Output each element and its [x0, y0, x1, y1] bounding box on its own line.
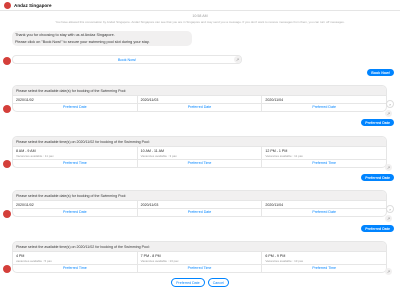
user-reply-book-now: Book Now! — [367, 69, 394, 76]
time-option: 10 AM - 11 AM Vacancies available : 3 pa… — [137, 146, 263, 167]
date-option: 2020/11/03 Preferred Date — [137, 200, 263, 216]
chevron-right-icon[interactable]: › — [386, 100, 394, 108]
time-card-2: Please select the available time(s) on 2… — [12, 241, 387, 273]
welcome-message: Thank you for choosing to stay with us a… — [12, 31, 192, 46]
chevron-right-icon[interactable]: › — [386, 205, 394, 213]
share-icon[interactable]: ↗ — [385, 110, 392, 117]
book-now-button[interactable]: Book Now! — [12, 55, 242, 64]
date-option: 2020/11/04 Preferred Date — [262, 95, 386, 111]
preferred-date-button[interactable]: Preferred Date — [137, 102, 262, 111]
welcome-line-1: Thank you for choosing to stay with us a… — [15, 33, 115, 37]
timestamp: 10:58 AM — [192, 14, 208, 18]
time-option: 6 PM - 9 PM Vacancies available : 13 pax… — [262, 251, 386, 272]
date-option: 2020/11/04 Preferred Date — [262, 200, 386, 216]
welcome-line-2: Please click on "Book Now!" to secure yo… — [15, 40, 150, 44]
date-option: 2020/11/03 Preferred Date — [137, 95, 263, 111]
conversation-notice: You have allowed this conversation by An… — [55, 20, 345, 24]
chat-header: Andaz Singapore — [0, 0, 400, 11]
bot-avatar — [3, 57, 11, 65]
bot-avatar — [3, 105, 11, 113]
preferred-date-button[interactable]: Preferred Date — [13, 207, 137, 216]
quick-reply-cancel[interactable]: Cancel — [207, 278, 229, 287]
date-prompt-2: Please select the available date(s) for … — [13, 191, 386, 200]
time-option: 7 PM - 8 PM Vacancies available : 13 pax… — [137, 251, 263, 272]
bot-avatar — [3, 160, 11, 168]
time-prompt-1: Please select the available time(s) on 2… — [13, 137, 386, 146]
preferred-date-button[interactable]: Preferred Date — [262, 207, 386, 216]
preferred-time-button[interactable]: Preferred Time — [13, 263, 137, 272]
share-icon[interactable]: ↗ — [385, 215, 392, 222]
date-option: 2020/11/02 Preferred Date — [13, 95, 138, 111]
user-reply-preferred-date: Preferred Date — [361, 119, 394, 126]
preferred-time-button[interactable]: Preferred Time — [13, 158, 137, 167]
date-card-2: Please select the available date(s) for … — [12, 190, 387, 217]
preferred-time-button[interactable]: Preferred Time — [262, 263, 386, 272]
time-option: 8 AM - 9 AM Vacancies available : 11 pax… — [13, 146, 138, 167]
time-prompt-2: Please select the available time(s) on 2… — [13, 242, 386, 251]
share-icon[interactable]: ↗ — [234, 56, 241, 63]
bot-avatar — [3, 265, 11, 273]
bot-avatar — [3, 210, 11, 218]
preferred-date-button[interactable]: Preferred Date — [137, 207, 262, 216]
page-title[interactable]: Andaz Singapore — [14, 3, 52, 8]
preferred-time-button[interactable]: Preferred Time — [262, 158, 386, 167]
page-avatar[interactable] — [4, 1, 11, 9]
time-card-1: Please select the available time(s) on 2… — [12, 136, 387, 168]
quick-replies: Preferred Date Cancel — [0, 278, 400, 287]
preferred-date-button[interactable]: Preferred Date — [262, 102, 386, 111]
preferred-date-button[interactable]: Preferred Date — [13, 102, 137, 111]
preferred-time-button[interactable]: Preferred Time — [137, 158, 262, 167]
date-card-1: Please select the available date(s) for … — [12, 85, 387, 112]
date-prompt-1: Please select the available date(s) for … — [13, 86, 386, 95]
time-option: 12 PM - 1 PM Vacancies available : 11 pa… — [262, 146, 386, 167]
date-option: 2020/11/02 Preferred Date — [13, 200, 138, 216]
share-icon[interactable]: ↗ — [385, 164, 392, 171]
user-reply-preferred-date: Preferred Date — [361, 225, 394, 232]
preferred-time-button[interactable]: Preferred Time — [137, 263, 262, 272]
time-option: 4 PM vacancies available : 5 pax Preferr… — [13, 251, 138, 272]
quick-reply-preferred-date[interactable]: Preferred Date — [171, 278, 205, 287]
user-reply-preferred-date: Preferred Date — [361, 174, 394, 181]
share-icon[interactable]: ↗ — [385, 268, 392, 275]
